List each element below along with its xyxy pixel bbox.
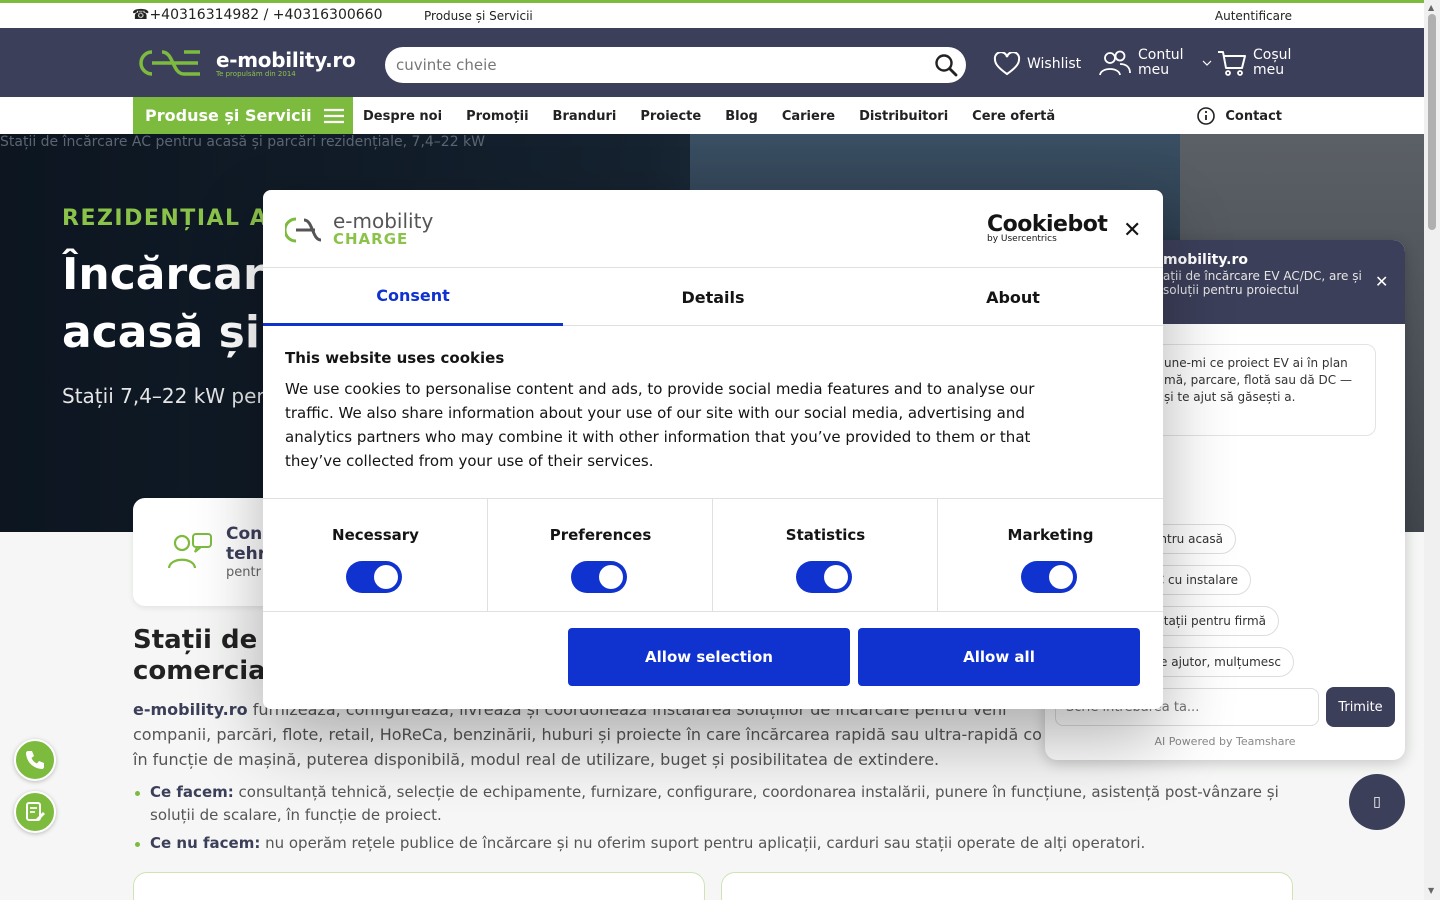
page-scrollbar[interactable]: ▲ ▼ [1424, 0, 1440, 900]
cookie-categories: Necessary Preferences Statistics Marketi… [263, 498, 1163, 612]
scroll-down-icon[interactable]: ▼ [1428, 886, 1434, 895]
category-necessary: Necessary [263, 499, 488, 611]
scroll-up-icon[interactable]: ▲ [1428, 3, 1434, 12]
charge-logo-icon [285, 217, 322, 243]
cookie-consent-dialog: e-mobility CHARGE Cookiebot by Usercentr… [263, 190, 1163, 709]
dialog-close-icon[interactable]: ✕ [1123, 218, 1141, 243]
toggle-marketing[interactable] [1021, 561, 1077, 593]
dialog-logo: e-mobility CHARGE [285, 209, 434, 248]
tab-details[interactable]: Details [563, 268, 863, 326]
toggle-statistics[interactable] [796, 561, 852, 593]
category-statistics-label: Statistics [785, 526, 866, 544]
category-marketing: Marketing [938, 499, 1163, 611]
toggle-necessary[interactable] [346, 561, 402, 593]
category-statistics: Statistics [713, 499, 938, 611]
category-marketing-label: Marketing [1007, 526, 1094, 544]
dialog-body: This website uses cookies We use cookies… [285, 349, 1085, 473]
allow-all-button[interactable]: Allow all [858, 628, 1140, 686]
cookiebot-logo[interactable]: Cookiebot by Usercentrics [987, 212, 1108, 244]
toggle-preferences[interactable] [571, 561, 627, 593]
dialog-text: We use cookies to personalise content an… [285, 380, 1035, 470]
dialog-logo-text: e-mobility [333, 209, 434, 233]
allow-selection-button[interactable]: Allow selection [568, 628, 850, 686]
tab-about[interactable]: About [863, 268, 1163, 326]
category-preferences-label: Preferences [549, 526, 652, 544]
tab-consent[interactable]: Consent [263, 268, 563, 326]
scrollbar-thumb[interactable] [1428, 14, 1436, 230]
dialog-tabs: Consent Details About [263, 267, 1163, 326]
category-preferences: Preferences [488, 499, 713, 611]
dialog-title: This website uses cookies [285, 349, 505, 367]
category-necessary-label: Necessary [332, 526, 419, 544]
